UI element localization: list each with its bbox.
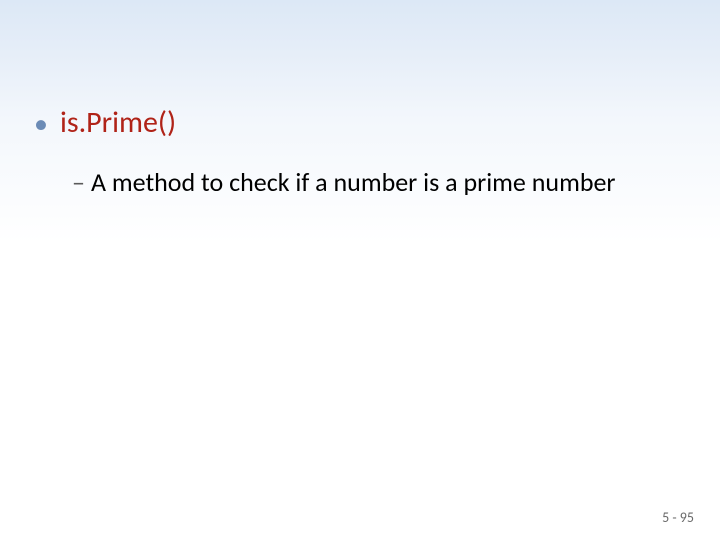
slide-content: • is.Prime() – A method to check if a nu… <box>34 106 686 198</box>
bullet-text: is.Prime() <box>60 106 176 140</box>
slide-number: 5 - 95 <box>662 509 694 526</box>
bullet-dot-icon: • <box>34 108 48 140</box>
dash-icon: – <box>72 166 85 198</box>
slide: • is.Prime() – A method to check if a nu… <box>0 0 720 540</box>
sub-bullet-text: A method to check if a number is a prime… <box>91 166 616 198</box>
bullet-level-2: – A method to check if a number is a pri… <box>72 166 686 198</box>
bullet-level-1: • is.Prime() <box>34 106 686 140</box>
